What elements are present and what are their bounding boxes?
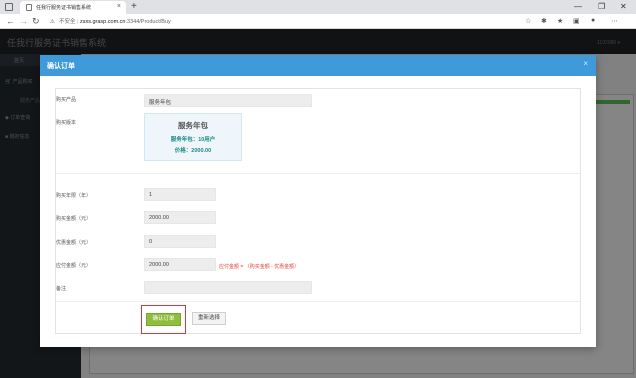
- tab-close-icon[interactable]: ×: [117, 3, 121, 10]
- browser-tab[interactable]: 任我行服务证书销售系统 ×: [20, 1, 126, 14]
- divider: [56, 173, 580, 174]
- url-host: zsxs.grasp.com.cn: [79, 19, 126, 25]
- discount-label: 优惠金额（元）: [56, 240, 92, 246]
- remark-input[interactable]: [144, 281, 312, 294]
- years-input[interactable]: 1: [144, 188, 216, 201]
- product-field: 服务年包: [144, 94, 312, 107]
- window-close-icon[interactable]: ✕: [620, 2, 627, 11]
- page-favicon-icon: [26, 4, 32, 11]
- favorites-icon[interactable]: ★: [557, 17, 563, 25]
- profile-icon[interactable]: ●: [591, 17, 595, 24]
- version-card-title: 服务年包: [178, 121, 208, 130]
- browser-tab-bar: 任我行服务证书销售系统 × + — ❐ ✕: [0, 0, 636, 14]
- reselect-button[interactable]: 重新选择: [192, 312, 226, 325]
- url-field[interactable]: ⚠ 不安全 | zsxs.grasp.com.cn:3344/Product/Bu…: [50, 17, 171, 25]
- address-bar-row: ← → ↻ ⚠ 不安全 | zsxs.grasp.com.cn:3344/Prod…: [0, 14, 636, 29]
- security-warning-icon[interactable]: ⚠: [50, 19, 55, 25]
- years-label: 购买年限（年）: [56, 193, 92, 199]
- maximize-icon[interactable]: ❐: [598, 2, 605, 11]
- version-card-price: 价格：2000.00: [174, 148, 212, 154]
- version-label: 购买版本: [56, 120, 77, 126]
- confirm-order-modal: 确认订单 × 购买产品 服务年包 购买版本 服务年包 服务年包：10用户 价格：…: [40, 55, 596, 347]
- amount-label: 购买金额（元）: [56, 216, 92, 222]
- confirm-highlight: 确认订单: [141, 305, 186, 334]
- version-card[interactable]: 服务年包 服务年包：10用户 价格：2000.00: [144, 113, 242, 161]
- payable-field: 2000.00: [144, 258, 216, 271]
- new-tab-icon[interactable]: +: [131, 1, 137, 12]
- product-label: 购买产品: [56, 97, 77, 103]
- discount-field: 0: [144, 235, 216, 248]
- order-form: 购买产品 服务年包 购买版本 服务年包 服务年包：10用户 价格：2000.00…: [55, 88, 581, 334]
- back-icon[interactable]: ←: [6, 16, 15, 26]
- modal-close-icon[interactable]: ×: [583, 59, 588, 68]
- payable-label: 应付金额（元）: [56, 263, 92, 269]
- more-icon[interactable]: ⋯: [611, 17, 618, 25]
- divider: [56, 301, 580, 302]
- forward-icon[interactable]: →: [19, 16, 28, 26]
- confirm-order-button[interactable]: 确认订单: [146, 313, 181, 326]
- collections-icon[interactable]: ▣: [573, 17, 580, 25]
- amount-field: 2000.00: [144, 211, 216, 224]
- star-icon[interactable]: ☆: [525, 17, 531, 25]
- tab-actions-icon[interactable]: [5, 3, 13, 11]
- reload-icon[interactable]: ↻: [32, 16, 40, 27]
- security-label: 不安全: [58, 19, 76, 25]
- payable-hint: 应付金额 = （购买金额 - 优惠金额）: [219, 264, 300, 270]
- remark-label: 备注: [56, 286, 67, 292]
- modal-title: 确认订单: [47, 63, 75, 70]
- extensions-icon[interactable]: ✱: [541, 17, 547, 25]
- version-card-users: 服务年包：10用户: [170, 137, 216, 143]
- tab-title: 任我行服务证书销售系统: [36, 5, 92, 11]
- minimize-icon[interactable]: —: [574, 2, 582, 11]
- modal-header: 确认订单 ×: [40, 55, 596, 76]
- url-path: :3344/Product/Buy: [125, 19, 171, 25]
